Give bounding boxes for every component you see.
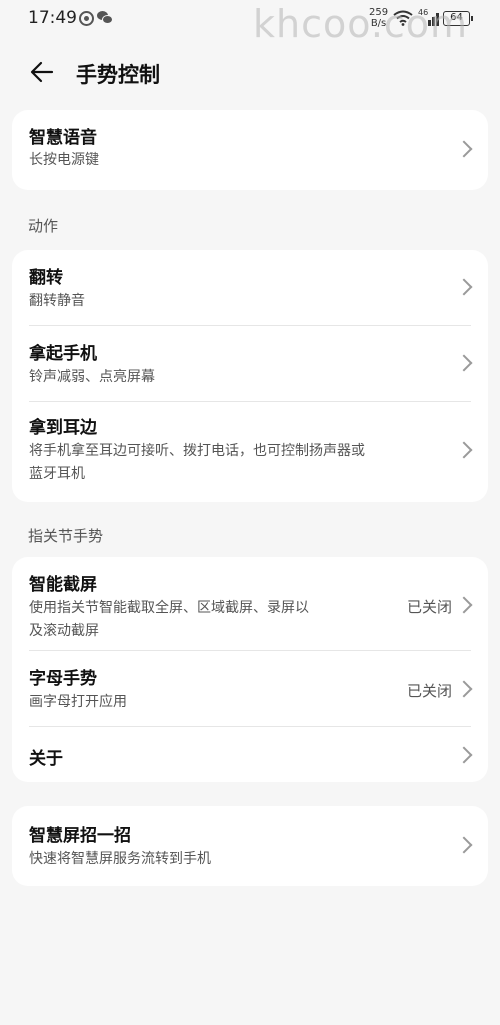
row-subtitle: 快速将智慧屏服务流转到手机 — [29, 851, 211, 867]
section-header-actions: 动作 — [28, 217, 59, 235]
back-arrow-icon[interactable] — [28, 58, 56, 86]
row-smart-screenshot[interactable]: 智能截屏 使用指关节智能截取全屏、区域截屏、录屏以 及滚动截屏 已关闭 — [12, 557, 488, 651]
row-title: 智慧屏招一招 — [29, 826, 131, 846]
row-subtitle: 翻转静音 — [29, 293, 85, 309]
row-title: 拿起手机 — [29, 344, 97, 364]
wechat-icon — [97, 11, 113, 25]
status-label: 已关闭 — [406, 682, 452, 700]
chevron-right-icon — [455, 441, 473, 459]
chevron-right-icon — [455, 836, 473, 854]
row-letter-gesture[interactable]: 字母手势 画字母打开应用 已关闭 — [12, 651, 488, 727]
row-title: 翻转 — [29, 268, 63, 288]
page-title: 手势控制 — [76, 63, 160, 87]
watermark: khcoo.com — [253, 2, 469, 46]
section-header-knuckle: 指关节手势 — [28, 527, 104, 545]
row-about[interactable]: 关于 — [12, 727, 488, 783]
row-subtitle: 画字母打开应用 — [29, 694, 127, 710]
row-subtitle-line2: 蓝牙耳机 — [29, 466, 85, 482]
chevron-right-icon — [455, 596, 473, 614]
card-knuckle-gestures: 智能截屏 使用指关节智能截取全屏、区域截屏、录屏以 及滚动截屏 已关闭 字母手势… — [12, 557, 488, 782]
row-flip[interactable]: 翻转 翻转静音 — [12, 250, 488, 326]
chevron-right-icon — [455, 680, 473, 698]
chevron-right-icon — [455, 140, 473, 158]
card-smart-voice: 智慧语音 长按电源键 — [12, 110, 488, 190]
row-subtitle-line1: 使用指关节智能截取全屏、区域截屏、录屏以 — [29, 600, 309, 616]
row-smart-screen[interactable]: 智慧屏招一招 快速将智慧屏服务流转到手机 — [12, 806, 488, 886]
status-label: 已关闭 — [406, 598, 452, 616]
row-subtitle-line1: 将手机拿至耳边可接听、拨打电话，也可控制扬声器或 — [29, 443, 365, 459]
row-subtitle: 铃声减弱、点亮屏幕 — [29, 369, 155, 385]
row-title: 关于 — [29, 749, 63, 769]
chevron-right-icon — [455, 746, 473, 764]
row-raise-to-ear[interactable]: 拿到耳边 将手机拿至耳边可接听、拨打电话，也可控制扬声器或 蓝牙耳机 — [12, 402, 488, 502]
row-title: 智能截屏 — [29, 575, 97, 595]
row-smart-voice[interactable]: 智慧语音 长按电源键 — [12, 110, 488, 190]
status-time: 17:49 — [28, 8, 77, 28]
row-subtitle-line2: 及滚动截屏 — [29, 623, 99, 639]
row-title: 拿到耳边 — [29, 418, 97, 438]
header: 手势控制 — [0, 50, 500, 94]
chevron-right-icon — [455, 278, 473, 296]
card-smart-screen: 智慧屏招一招 快速将智慧屏服务流转到手机 — [12, 806, 488, 886]
row-pick-up[interactable]: 拿起手机 铃声减弱、点亮屏幕 — [12, 326, 488, 402]
row-title: 智慧语音 — [29, 128, 97, 148]
card-actions: 翻转 翻转静音 拿起手机 铃声减弱、点亮屏幕 拿到耳边 将手机拿至耳边可接听、拨… — [12, 250, 488, 502]
chevron-right-icon — [455, 354, 473, 372]
notification-app-icon — [79, 11, 94, 26]
row-subtitle: 长按电源键 — [29, 152, 99, 168]
row-title: 字母手势 — [29, 669, 97, 689]
